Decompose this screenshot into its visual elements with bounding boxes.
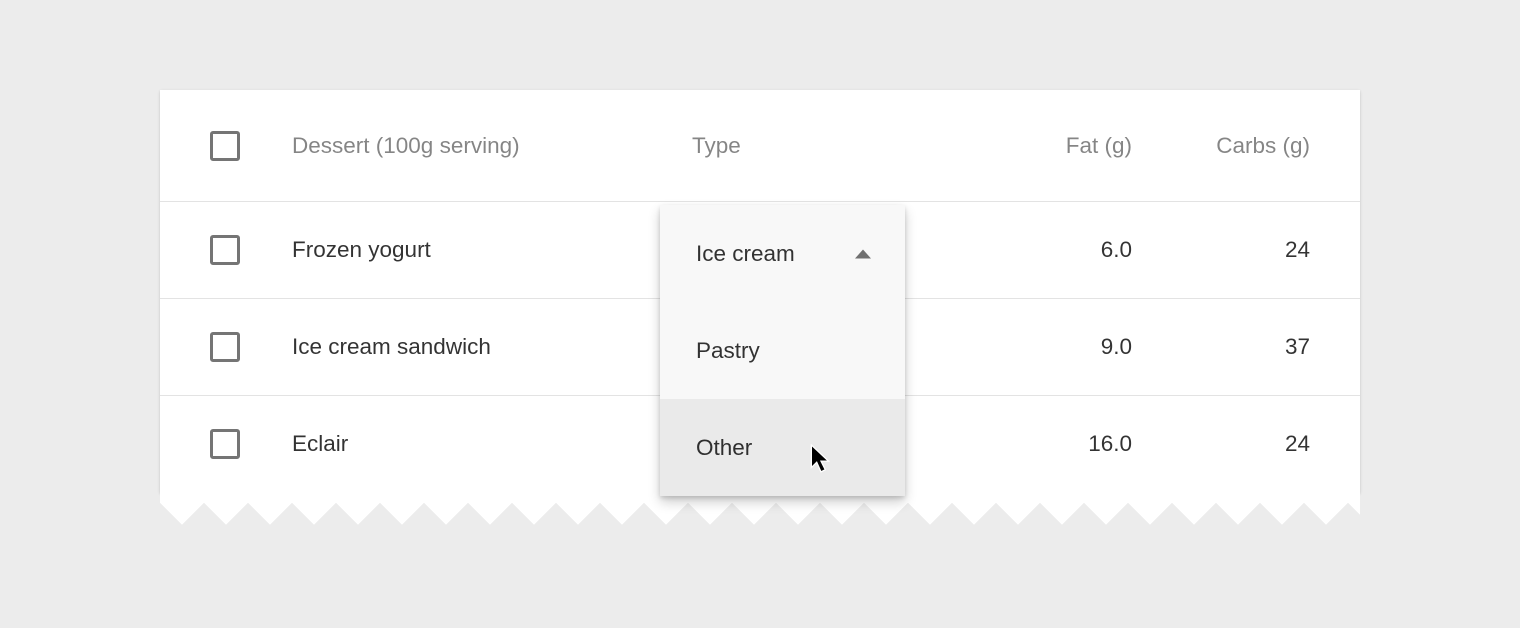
cell-fat: 9.0 bbox=[942, 334, 1132, 360]
select-all-checkbox[interactable] bbox=[210, 131, 240, 161]
col-header-carbs[interactable]: Carbs (g) bbox=[1132, 133, 1310, 159]
dropdown-option-ice-cream[interactable]: Ice cream bbox=[660, 205, 905, 302]
row-checkbox[interactable] bbox=[210, 429, 240, 459]
cell-fat: 6.0 bbox=[942, 237, 1132, 263]
cell-carbs: 24 bbox=[1132, 237, 1310, 263]
cell-carbs: 37 bbox=[1132, 334, 1310, 360]
option-label: Other bbox=[696, 435, 752, 461]
row-checkbox[interactable] bbox=[210, 332, 240, 362]
option-label: Ice cream bbox=[696, 241, 795, 267]
cell-fat: 16.0 bbox=[942, 431, 1132, 457]
cell-dessert: Ice cream sandwich bbox=[292, 334, 692, 360]
dropdown-option-other[interactable]: Other bbox=[660, 399, 905, 496]
dropdown-option-pastry[interactable]: Pastry bbox=[660, 302, 905, 399]
caret-up-icon bbox=[855, 249, 871, 258]
table-header-row: Dessert (100g serving) Type Fat (g) Carb… bbox=[160, 90, 1360, 202]
cell-dessert: Eclair bbox=[292, 431, 692, 457]
type-dropdown-menu: Ice cream Pastry Other bbox=[660, 205, 905, 496]
option-label: Pastry bbox=[696, 338, 760, 364]
row-checkbox[interactable] bbox=[210, 235, 240, 265]
col-header-fat[interactable]: Fat (g) bbox=[942, 133, 1132, 159]
col-header-dessert[interactable]: Dessert (100g serving) bbox=[292, 133, 692, 159]
cell-carbs: 24 bbox=[1132, 431, 1310, 457]
torn-edge-decoration bbox=[160, 491, 1360, 531]
cell-dessert: Frozen yogurt bbox=[292, 237, 692, 263]
col-header-type[interactable]: Type bbox=[692, 133, 942, 159]
